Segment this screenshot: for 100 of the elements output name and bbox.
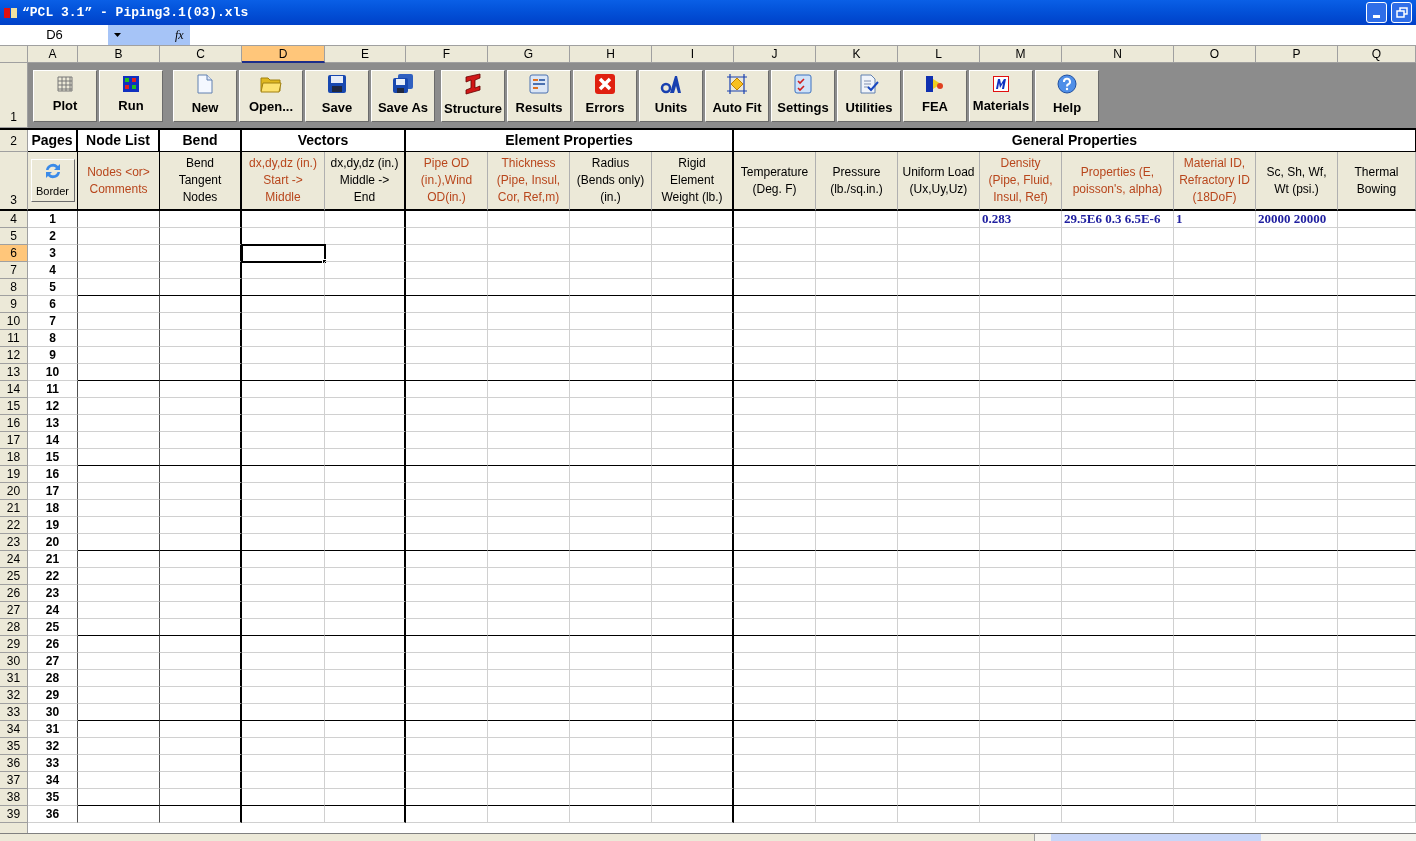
toolbar-button[interactable]: Structure bbox=[441, 69, 505, 122]
column-header[interactable]: P bbox=[1256, 46, 1338, 63]
column-header[interactable]: B bbox=[78, 46, 160, 63]
sheet-cell[interactable]: 29.5E6 0.3 6.5E-6 bbox=[1062, 211, 1174, 228]
sheet-cell[interactable]: 34 bbox=[28, 772, 78, 789]
column-header[interactable]: O bbox=[1174, 46, 1256, 63]
row-header[interactable]: 15 bbox=[0, 398, 28, 415]
column-header[interactable]: M bbox=[980, 46, 1062, 63]
sheet-cell[interactable]: 30 bbox=[28, 704, 78, 721]
sheet-cell[interactable]: 7 bbox=[28, 313, 78, 330]
row-header[interactable]: 29 bbox=[0, 636, 28, 653]
sheet-cell[interactable]: 13 bbox=[28, 415, 78, 432]
row-header[interactable]: 28 bbox=[0, 619, 28, 636]
sheet-cell[interactable]: 0.283 bbox=[980, 211, 1062, 228]
column-header[interactable]: N bbox=[1062, 46, 1174, 63]
sheet-cell[interactable]: 24 bbox=[28, 602, 78, 619]
row-header[interactable]: 2 bbox=[0, 130, 28, 152]
row-header[interactable]: 16 bbox=[0, 415, 28, 432]
row-header[interactable]: 31 bbox=[0, 670, 28, 687]
row-header[interactable]: 20 bbox=[0, 483, 28, 500]
toolbar-button[interactable]: Save As bbox=[371, 69, 435, 122]
sheet-cell[interactable]: 25 bbox=[28, 619, 78, 636]
column-header[interactable]: F bbox=[406, 46, 488, 63]
sheet-cell[interactable]: 23 bbox=[28, 585, 78, 602]
column-header[interactable]: Q bbox=[1338, 46, 1416, 63]
row-header[interactable]: 38 bbox=[0, 789, 28, 806]
toolbar-button[interactable]: Utilities bbox=[837, 69, 901, 122]
toolbar-button[interactable]: Help bbox=[1035, 69, 1099, 122]
row-header[interactable]: 3 bbox=[0, 152, 28, 211]
row-header[interactable]: 39 bbox=[0, 806, 28, 823]
toolbar-button[interactable]: New bbox=[173, 69, 237, 122]
sheet-cell[interactable]: 36 bbox=[28, 806, 78, 823]
row-header[interactable]: 13 bbox=[0, 364, 28, 381]
sheet-cell[interactable]: 19 bbox=[28, 517, 78, 534]
sheet-cell[interactable]: 29 bbox=[28, 687, 78, 704]
column-header[interactable]: A bbox=[28, 46, 78, 63]
toolbar-button[interactable]: Auto Fit bbox=[705, 69, 769, 122]
column-header[interactable]: E bbox=[325, 46, 406, 63]
sheet-cell[interactable]: 1 bbox=[1174, 211, 1256, 228]
sheet-cell[interactable]: 26 bbox=[28, 636, 78, 653]
sheet-cell[interactable]: 1 bbox=[28, 211, 78, 228]
toolbar-button[interactable]: Save bbox=[305, 69, 369, 122]
row-header[interactable]: 18 bbox=[0, 449, 28, 466]
row-header[interactable]: 23 bbox=[0, 534, 28, 551]
row-header[interactable]: 36 bbox=[0, 755, 28, 772]
column-header[interactable]: D bbox=[242, 46, 325, 63]
sheet-cell[interactable]: 28 bbox=[28, 670, 78, 687]
row-header[interactable]: 37 bbox=[0, 772, 28, 789]
sheet-cell[interactable]: 32 bbox=[28, 738, 78, 755]
row-header[interactable]: 7 bbox=[0, 262, 28, 279]
sheet-cell[interactable]: 9 bbox=[28, 347, 78, 364]
row-header[interactable]: 17 bbox=[0, 432, 28, 449]
column-header[interactable]: G bbox=[488, 46, 570, 63]
row-header[interactable]: 22 bbox=[0, 517, 28, 534]
restore-button[interactable] bbox=[1391, 2, 1412, 23]
sheet-cell[interactable]: 12 bbox=[28, 398, 78, 415]
sheet-cell[interactable]: 5 bbox=[28, 279, 78, 296]
toolbar-button[interactable]: Open... bbox=[239, 69, 303, 122]
sheet-cell[interactable]: 35 bbox=[28, 789, 78, 806]
column-header[interactable]: H bbox=[570, 46, 652, 63]
row-header[interactable]: 26 bbox=[0, 585, 28, 602]
sheet-cell[interactable]: 20000 20000 bbox=[1256, 211, 1338, 228]
row-header[interactable]: 35 bbox=[0, 738, 28, 755]
row-header[interactable]: 14 bbox=[0, 381, 28, 398]
row-header[interactable]: 19 bbox=[0, 466, 28, 483]
toolbar-button[interactable]: Plot bbox=[33, 69, 97, 122]
sheet-cell[interactable]: 6 bbox=[28, 296, 78, 313]
row-header[interactable]: 11 bbox=[0, 330, 28, 347]
row-header[interactable]: 4 bbox=[0, 211, 28, 228]
row-header[interactable]: 24 bbox=[0, 551, 28, 568]
row-header[interactable]: 25 bbox=[0, 568, 28, 585]
row-header[interactable]: 32 bbox=[0, 687, 28, 704]
column-header[interactable]: K bbox=[816, 46, 898, 63]
toolbar-button[interactable]: Results bbox=[507, 69, 571, 122]
sheet-cell[interactable]: 27 bbox=[28, 653, 78, 670]
row-header[interactable]: 33 bbox=[0, 704, 28, 721]
function-label[interactable]: fx bbox=[175, 26, 184, 44]
sheet-cell[interactable]: 31 bbox=[28, 721, 78, 738]
sheet-cell[interactable]: 14 bbox=[28, 432, 78, 449]
row-header[interactable]: 5 bbox=[0, 228, 28, 245]
row-header[interactable]: 10 bbox=[0, 313, 28, 330]
toolbar-button[interactable]: FEA bbox=[903, 69, 967, 122]
row-header[interactable]: 8 bbox=[0, 279, 28, 296]
border-button[interactable]: Border bbox=[30, 159, 75, 202]
row-header[interactable]: 6 bbox=[0, 245, 28, 262]
row-header[interactable]: 27 bbox=[0, 602, 28, 619]
sheet-cell[interactable]: 4 bbox=[28, 262, 78, 279]
column-header[interactable]: J bbox=[734, 46, 816, 63]
sheet-cell[interactable]: 10 bbox=[28, 364, 78, 381]
column-header[interactable]: C bbox=[160, 46, 242, 63]
row-header[interactable] bbox=[0, 823, 28, 833]
sheet-cell[interactable]: 2 bbox=[28, 228, 78, 245]
sheet-cell[interactable]: 33 bbox=[28, 755, 78, 772]
toolbar-button[interactable]: Materials bbox=[969, 69, 1033, 122]
dropdown-arrow-icon[interactable] bbox=[114, 33, 121, 37]
row-header[interactable]: 9 bbox=[0, 296, 28, 313]
sheet-cell[interactable]: 17 bbox=[28, 483, 78, 500]
row-header[interactable]: 1 bbox=[0, 63, 28, 128]
column-header[interactable]: I bbox=[652, 46, 734, 63]
sheet-cell[interactable]: 15 bbox=[28, 449, 78, 466]
